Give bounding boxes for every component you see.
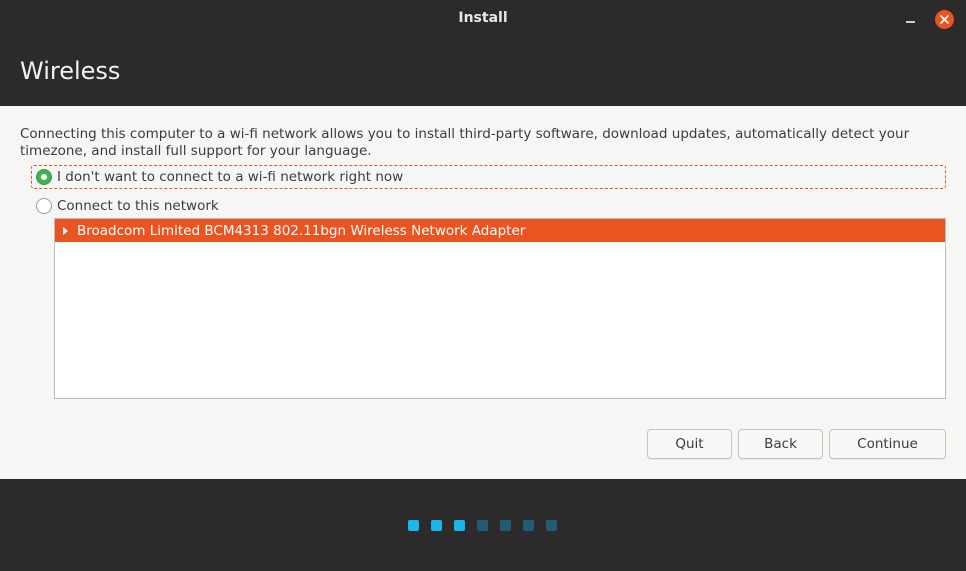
network-row-label: Broadcom Limited BCM4313 802.11bgn Wirel… (77, 222, 526, 239)
description-text: Connecting this computer to a wi-fi netw… (20, 126, 910, 159)
page-header: Wireless (0, 37, 966, 106)
progress-indicator (408, 520, 557, 531)
close-icon[interactable] (935, 10, 954, 29)
minimize-icon[interactable] (899, 8, 923, 30)
option-no-wifi-label: I don't want to connect to a wi-fi netwo… (57, 169, 404, 185)
progress-dot (454, 520, 465, 531)
window-title: Install (458, 10, 508, 26)
option-connect-network[interactable]: Connect to this network (31, 195, 219, 217)
network-list[interactable]: Broadcom Limited BCM4313 802.11bgn Wirel… (54, 218, 946, 399)
network-row-adapter[interactable]: Broadcom Limited BCM4313 802.11bgn Wirel… (55, 219, 945, 242)
footer (0, 479, 966, 571)
quit-button[interactable]: Quit (647, 429, 732, 459)
continue-button[interactable]: Continue (829, 429, 946, 459)
back-button[interactable]: Back (738, 429, 823, 459)
progress-dot (523, 520, 534, 531)
triangle-right-icon[interactable] (63, 226, 68, 235)
progress-dot (408, 520, 419, 531)
page-title: Wireless (20, 57, 121, 85)
progress-dot (431, 520, 442, 531)
progress-dot (500, 520, 511, 531)
progress-dot (477, 520, 488, 531)
content-area: Connecting this computer to a wi-fi netw… (0, 106, 966, 479)
option-connect-network-label: Connect to this network (57, 198, 219, 214)
install-window: Install Wireless Connecting this compute… (0, 0, 966, 571)
option-no-wifi[interactable]: I don't want to connect to a wi-fi netwo… (31, 165, 946, 189)
radio-no-wifi[interactable] (36, 169, 52, 185)
progress-dot (546, 520, 557, 531)
title-bar[interactable]: Install (0, 0, 966, 37)
radio-connect-network[interactable] (36, 198, 52, 214)
